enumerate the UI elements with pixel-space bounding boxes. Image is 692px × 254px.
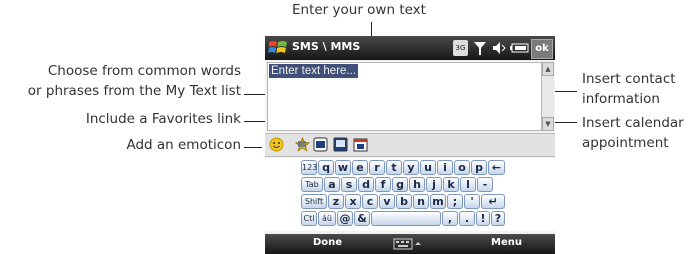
calendar-icon[interactable] [353, 137, 368, 152]
ok-button[interactable]: ok [531, 39, 553, 59]
done-softkey[interactable]: Done [313, 237, 342, 248]
battery-icon[interactable] [509, 40, 529, 56]
title-bar: SMS \ MMS 3G ok [265, 36, 555, 60]
callout-contact-line2: information [582, 91, 660, 107]
menu-softkey[interactable]: Menu [491, 237, 522, 248]
key-b[interactable]: b [396, 194, 412, 209]
key-l[interactable]: l [460, 177, 476, 192]
key-g[interactable]: g [392, 177, 408, 192]
key-m[interactable]: m [430, 194, 446, 209]
leader-emoticon [244, 147, 262, 148]
emoticon-icon[interactable] [269, 137, 284, 152]
key-z[interactable]: z [328, 194, 344, 209]
key-space[interactable] [371, 211, 441, 226]
keyboard-icon[interactable] [393, 237, 423, 251]
callout-calendar-line2: appointment [582, 135, 669, 151]
scroll-up-button[interactable]: ▲ [542, 62, 554, 76]
signal-icon[interactable] [473, 40, 487, 56]
callout-calendar-line1: Insert calendar [582, 115, 684, 131]
key-d[interactable]: d [358, 177, 374, 192]
key-accents[interactable]: áü [318, 211, 336, 226]
key-w[interactable]: w [335, 160, 351, 175]
soft-keyboard: 123 q w e r t y u i o p ← Tab a s d f g … [265, 158, 555, 231]
contact-icon[interactable] [333, 137, 348, 152]
callout-favorites: Include a Favorites link [85, 111, 241, 127]
key-ctl[interactable]: Ctl [301, 211, 317, 226]
key-tab[interactable]: Tab [301, 177, 323, 192]
key-apostrophe[interactable]: ' [464, 194, 480, 209]
key-backspace[interactable]: ← [488, 160, 505, 175]
message-text-area[interactable]: Enter text here... [267, 62, 542, 131]
key-e[interactable]: e [352, 160, 368, 175]
key-ampersand[interactable]: & [354, 211, 370, 226]
scrollbar[interactable]: ▲ ▼ [541, 62, 554, 131]
key-c[interactable]: c [362, 194, 378, 209]
key-y[interactable]: y [403, 160, 419, 175]
key-hyphen[interactable]: - [477, 177, 493, 192]
key-at[interactable]: @ [337, 211, 353, 226]
key-j[interactable]: j [426, 177, 442, 192]
key-a[interactable]: a [324, 177, 340, 192]
key-r[interactable]: r [369, 160, 385, 175]
key-s[interactable]: s [341, 177, 357, 192]
key-k[interactable]: k [443, 177, 459, 192]
key-v[interactable]: v [379, 194, 395, 209]
key-semicolon[interactable]: ; [447, 194, 463, 209]
key-o[interactable]: o [454, 160, 470, 175]
callout-emoticon: Add an emoticon [126, 137, 241, 153]
callout-own-text: Enter your own text [292, 2, 426, 18]
insert-toolbar [265, 133, 555, 157]
favorites-icon[interactable] [295, 137, 310, 152]
message-placeholder: Enter text here... [269, 64, 359, 78]
key-shift[interactable]: Shift [301, 194, 327, 209]
scroll-down-button[interactable]: ▼ [542, 117, 554, 131]
windows-start-icon[interactable] [268, 39, 288, 57]
key-123[interactable]: 123 [301, 160, 317, 175]
key-f[interactable]: f [375, 177, 391, 192]
key-h[interactable]: h [409, 177, 425, 192]
key-question[interactable]: ? [491, 211, 505, 226]
volume-icon[interactable] [491, 40, 507, 56]
key-q[interactable]: q [318, 160, 334, 175]
app-title: SMS \ MMS [292, 40, 361, 53]
key-p[interactable]: p [471, 160, 487, 175]
key-period[interactable]: . [459, 211, 475, 226]
key-exclamation[interactable]: ! [476, 211, 490, 226]
my-text-icon[interactable] [313, 137, 328, 152]
key-n[interactable]: n [413, 194, 429, 209]
3g-icon: 3G [453, 40, 468, 56]
key-u[interactable]: u [420, 160, 436, 175]
key-t[interactable]: t [386, 160, 402, 175]
key-i[interactable]: i [437, 160, 453, 175]
key-comma[interactable]: , [442, 211, 458, 226]
softkey-bar: Done Menu [265, 234, 555, 254]
phone-screen: SMS \ MMS 3G ok Enter text here... ▲ ▼ 1… [265, 36, 555, 254]
callout-contact-line1: Insert contact [582, 71, 676, 87]
callout-my-text-line1: Choose from common words [47, 63, 241, 79]
key-enter[interactable]: ↵ [481, 194, 505, 209]
callout-my-text-line2: or phrases from the My Text list [27, 83, 241, 99]
key-x[interactable]: x [345, 194, 361, 209]
